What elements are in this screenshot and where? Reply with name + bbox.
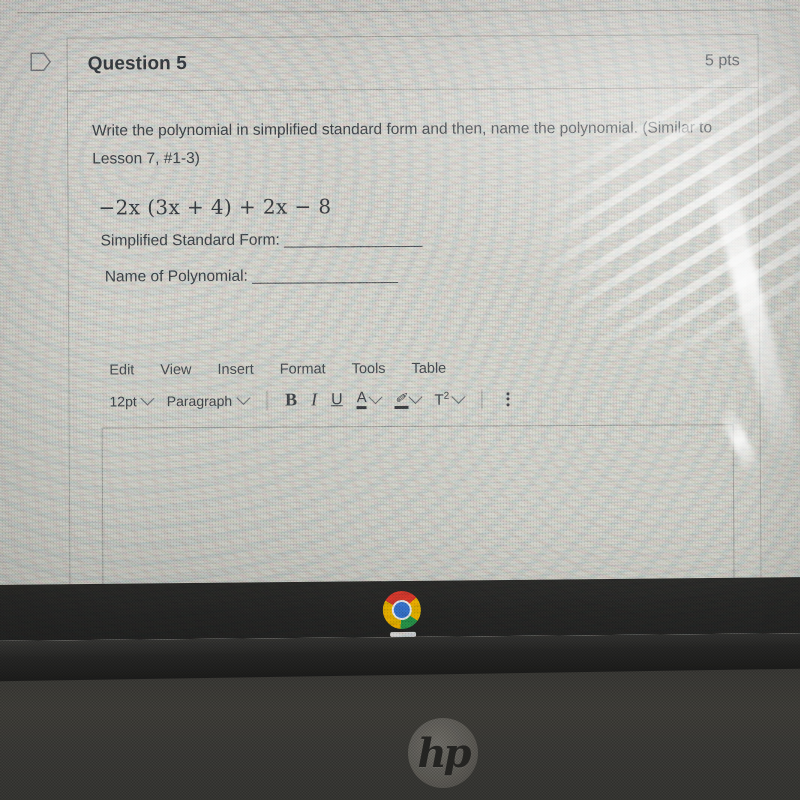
more-options-icon[interactable] <box>506 391 510 406</box>
editor-toolbar: 12pt Paragraph B I U A ✐ T2 <box>93 383 741 421</box>
highlight-color-button[interactable]: ✐ <box>395 389 423 408</box>
editor-menubar: Edit View Insert Format Tools Table <box>93 353 741 386</box>
photo-of-laptop-screen: hp Question 5 5 pts Write the polynomial… <box>0 0 800 800</box>
block-format-value: Paragraph <box>166 392 233 409</box>
taskbar <box>0 577 800 641</box>
quiz-page: Question 5 5 pts Write the polynomial in… <box>0 0 800 635</box>
taskbar-active-indicator <box>390 631 417 638</box>
question-title: Question 5 <box>87 53 187 75</box>
text-color-icon: A <box>357 389 367 409</box>
bold-button[interactable]: B <box>285 389 297 410</box>
math-expression: −2x (3x + 4) + 2x − 8 <box>98 194 332 220</box>
menu-item-tools[interactable]: Tools <box>352 361 386 377</box>
toolbar-divider <box>266 390 268 411</box>
toolbar-divider <box>481 389 483 410</box>
superscript-icon: T2 <box>434 390 450 409</box>
font-size-dropdown[interactable]: 12pt <box>109 390 155 409</box>
blank-name-of-polynomial: Name of Polynomial: ___________________ <box>105 256 735 295</box>
blank-label-1: Simplified Standard Form: <box>100 231 280 250</box>
font-size-value: 12pt <box>109 392 137 409</box>
question-body: Write the polynomial in simplified stand… <box>68 88 759 296</box>
hp-logo: hp <box>408 718 478 788</box>
menu-item-insert[interactable]: Insert <box>217 362 253 378</box>
question-points: 5 pts <box>704 52 740 70</box>
superscript-button[interactable]: T2 <box>434 389 466 409</box>
highlighter-pen-icon: ✐ <box>395 389 407 408</box>
laptop-screen: Question 5 5 pts Write the polynomial in… <box>0 0 800 641</box>
chevron-down-icon <box>451 389 466 404</box>
menu-item-view[interactable]: View <box>160 362 191 378</box>
block-format-dropdown[interactable]: Paragraph <box>166 390 251 409</box>
italic-button[interactable]: I <box>311 389 317 410</box>
menu-item-format[interactable]: Format <box>280 361 326 377</box>
question-prompt: Write the polynomial in simplified stand… <box>92 119 713 168</box>
screen-surface: Question 5 5 pts Write the polynomial in… <box>0 0 800 641</box>
menu-item-table[interactable]: Table <box>412 361 447 377</box>
chevron-down-icon <box>140 390 155 406</box>
chrome-icon[interactable] <box>382 590 422 630</box>
menu-item-edit[interactable]: Edit <box>109 362 134 378</box>
page-top-divider <box>17 9 798 14</box>
chevron-down-icon <box>408 389 423 404</box>
chevron-down-icon <box>368 389 383 404</box>
flag-outline-icon[interactable] <box>30 52 52 72</box>
text-color-button[interactable]: A <box>357 389 383 409</box>
question-header: Question 5 5 pts <box>30 35 758 92</box>
blank-rule-2: ___________________ <box>252 266 398 285</box>
blank-simplified-standard-form: Simplified Standard Form: ______________… <box>101 220 735 259</box>
question-card: Question 5 5 pts Write the polynomial in… <box>30 34 762 635</box>
blank-rule-1: __________________ <box>284 230 422 249</box>
chevron-down-icon <box>236 390 251 405</box>
underline-button[interactable]: U <box>331 391 343 409</box>
blank-label-2: Name of Polynomial: <box>104 267 248 286</box>
